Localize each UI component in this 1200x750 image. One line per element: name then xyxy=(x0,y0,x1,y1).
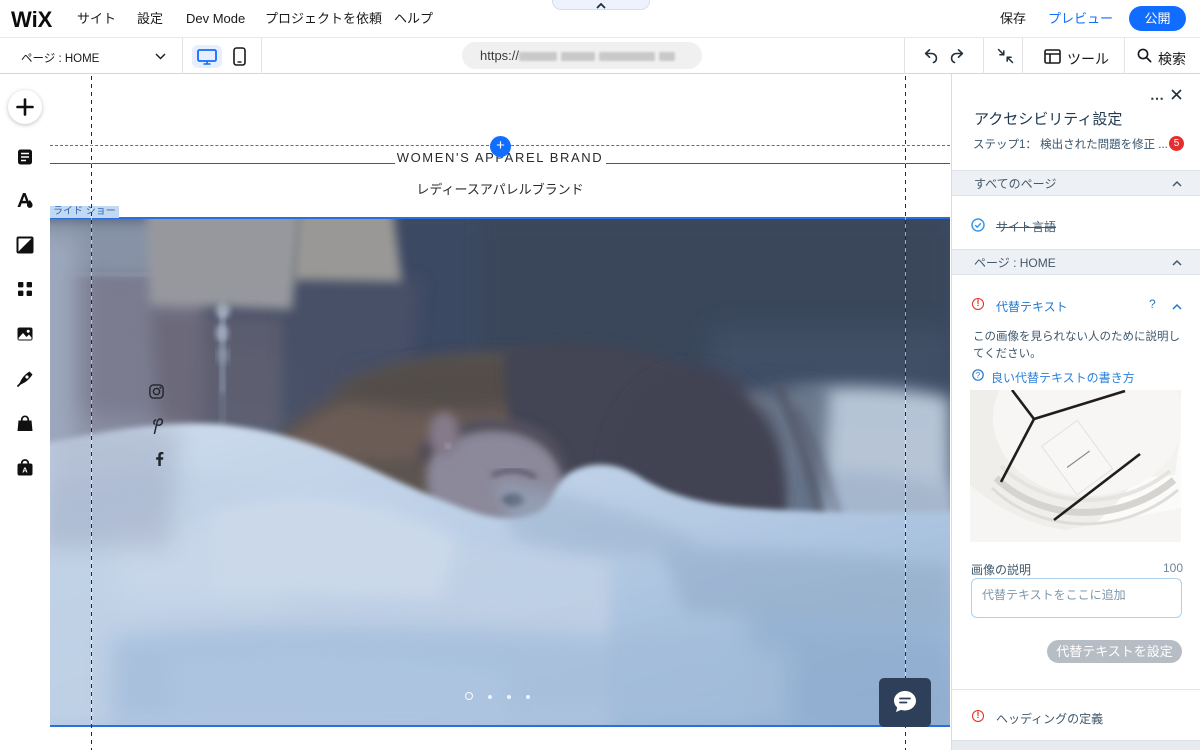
svg-text:A: A xyxy=(22,466,28,475)
svg-text:?: ? xyxy=(976,371,981,380)
